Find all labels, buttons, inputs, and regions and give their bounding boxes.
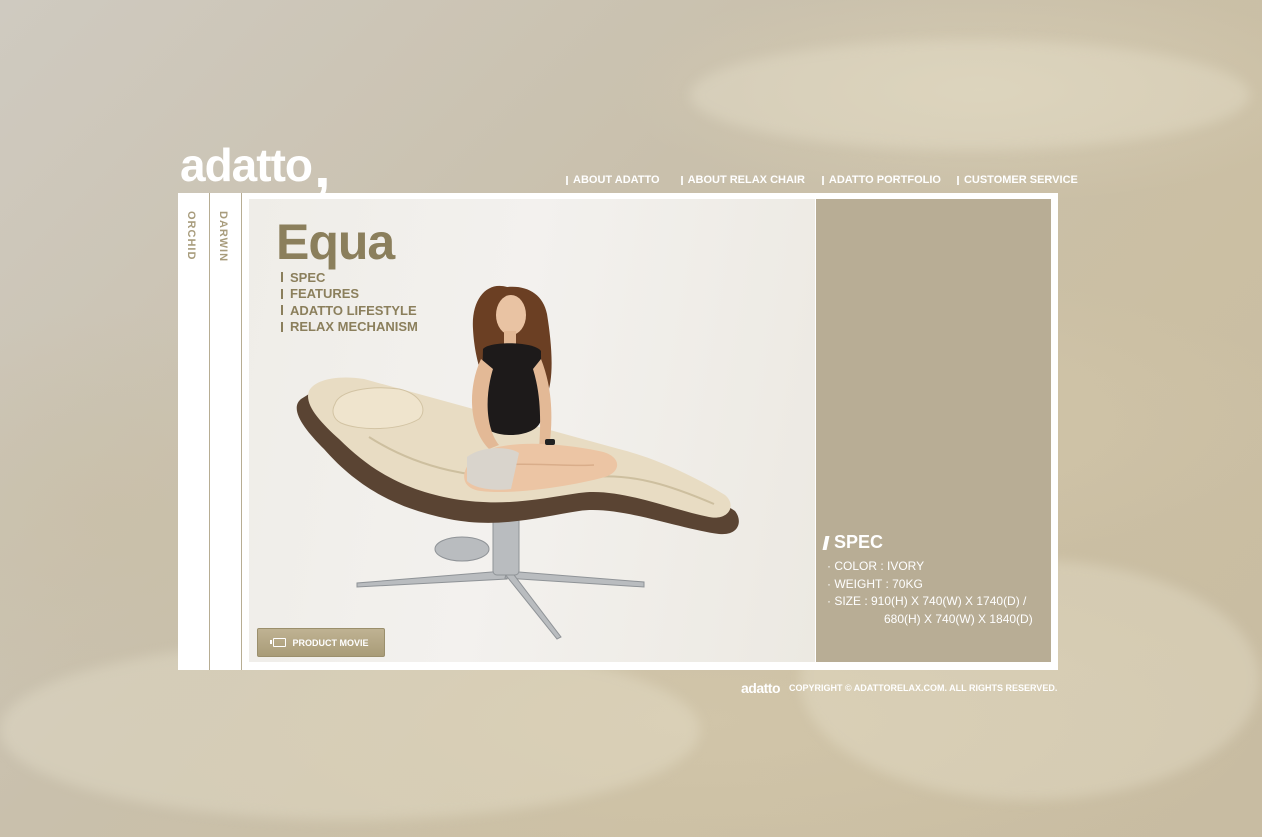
nav-about-relax-chair[interactable]: ABOUT RELAX CHAIR <box>680 174 805 186</box>
copyright-text: COPYRIGHT © ADATTORELAX.COM. ALL RIGHTS … <box>789 683 1058 693</box>
product-photo-area: Equa SPEC FEATURES ADATTO LIFESTYLE RELA… <box>249 199 815 662</box>
nav-label: CUSTOMER SERVICE <box>963 174 1078 186</box>
nav-about-adatto[interactable]: ABOUT ADATTO <box>566 174 660 186</box>
brand-logo[interactable]: adatto, <box>180 137 331 197</box>
movie-button-label: PRODUCT MOVIE <box>292 637 369 648</box>
side-tab-darwin[interactable]: DARWIN <box>210 193 242 670</box>
footer: adatto COPYRIGHT © ADATTORELAX.COM. ALL … <box>741 680 1057 696</box>
nav-customer-service[interactable]: CUSTOMER SERVICE <box>956 174 1078 186</box>
spec-color: · COLOR : IVORY <box>827 559 925 573</box>
product-image <box>296 285 739 640</box>
side-tab-label[interactable]: ORCHID <box>185 211 197 260</box>
nav-label: ADATTO PORTFOLIO <box>828 174 941 186</box>
spec-panel: SPEC · COLOR : IVORY · WEIGHT : 70KG · S… <box>816 199 1051 662</box>
person-figure <box>464 285 618 493</box>
spec-weight: · WEIGHT : 70KG <box>827 576 923 591</box>
chair-base <box>356 516 645 640</box>
side-tab-orchid[interactable]: ORCHID <box>178 193 210 670</box>
nav-bullet-icon <box>680 175 683 185</box>
nav-bullet-icon <box>956 175 959 185</box>
spec-title: SPEC <box>822 532 884 553</box>
spec-title-text: SPEC <box>834 532 884 552</box>
nav-label: ABOUT ADATTO <box>573 174 660 186</box>
video-camera-icon <box>270 638 287 647</box>
spec-title-bullet-icon <box>822 535 830 550</box>
spec-list: · COLOR : IVORY · WEIGHT : 70KG · SIZE :… <box>827 558 1033 628</box>
logo-text: adatto <box>180 139 313 191</box>
top-navigation: ABOUT ADATTO ABOUT RELAX CHAIR ADATTO PO… <box>566 174 1078 186</box>
chair-pillow <box>332 387 424 430</box>
nav-adatto-portfolio[interactable]: ADATTO PORTFOLIO <box>821 174 941 186</box>
side-tab-label[interactable]: DARWIN <box>217 211 229 262</box>
spec-size: · SIZE : 910(H) X 740(W) X 1740(D) / <box>827 594 1027 608</box>
spec-size-alt: 680(H) X 740(W) X 1840(D) <box>884 611 1033 626</box>
footer-logo: adatto <box>741 680 781 696</box>
nav-bullet-icon <box>821 175 824 185</box>
nav-bullet-icon <box>566 175 568 185</box>
product-movie-button[interactable]: PRODUCT MOVIE <box>257 628 385 657</box>
background-texture <box>690 40 1250 150</box>
nav-label: ABOUT RELAX CHAIR <box>687 174 805 186</box>
